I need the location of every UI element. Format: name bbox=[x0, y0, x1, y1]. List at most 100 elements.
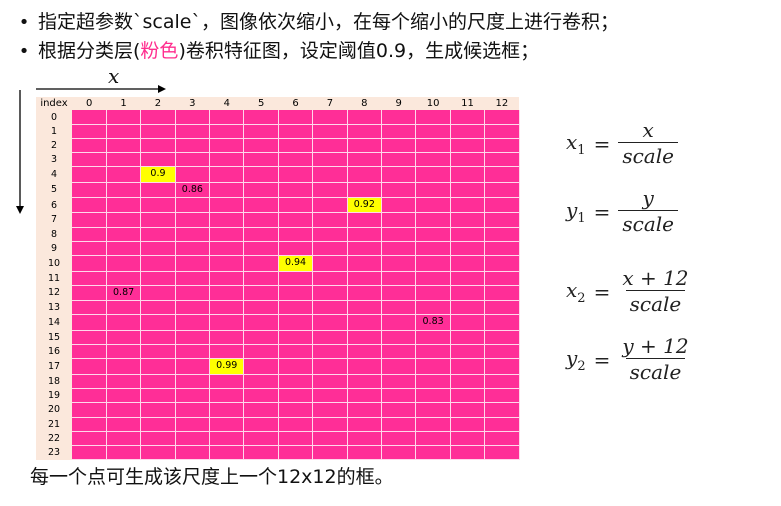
feature-cell bbox=[312, 445, 348, 461]
feature-cell bbox=[175, 314, 211, 331]
row-index: 9 bbox=[36, 241, 72, 256]
feature-cell bbox=[415, 374, 451, 389]
feature-cell bbox=[450, 431, 486, 447]
row-index: 22 bbox=[36, 431, 72, 446]
feature-cell bbox=[278, 374, 314, 389]
score-value: 0.92 bbox=[353, 199, 375, 211]
feature-cell bbox=[450, 212, 486, 228]
feature-cell bbox=[450, 271, 486, 286]
feature-cell bbox=[140, 241, 176, 257]
score-value: 0.83 bbox=[422, 316, 444, 328]
feature-cell bbox=[347, 271, 383, 286]
feature-cell bbox=[484, 445, 520, 461]
feature-cell bbox=[278, 152, 314, 168]
feature-cell bbox=[140, 182, 176, 199]
feature-cell bbox=[415, 417, 451, 432]
feature-cell bbox=[278, 271, 314, 286]
feature-cell bbox=[243, 110, 279, 125]
feature-cell bbox=[106, 431, 142, 447]
formula-denominator: scale bbox=[625, 290, 686, 317]
feature-cell bbox=[450, 255, 486, 272]
feature-cell bbox=[175, 212, 211, 228]
feature-cell bbox=[72, 285, 107, 302]
feature-cell bbox=[381, 182, 417, 199]
footer-note: 每一个点可生成该尺度上一个12x12的框。 bbox=[30, 466, 394, 488]
row-index: 17 bbox=[36, 358, 72, 375]
score-value: 0.94 bbox=[284, 257, 307, 269]
feature-cell bbox=[106, 358, 142, 375]
feature-cell bbox=[106, 212, 142, 228]
feature-cell bbox=[450, 166, 486, 183]
feature-cell bbox=[72, 241, 107, 257]
feature-cell bbox=[140, 110, 176, 125]
row-index: 1 bbox=[36, 124, 72, 139]
column-header: 8 bbox=[347, 97, 382, 111]
score-value: 0.87 bbox=[113, 286, 135, 298]
feature-cell bbox=[106, 402, 142, 418]
feature-cell bbox=[484, 358, 520, 375]
column-header: 11 bbox=[450, 97, 485, 111]
feature-cell bbox=[450, 241, 486, 257]
feature-cell bbox=[140, 212, 176, 228]
feature-cell bbox=[175, 166, 211, 183]
feature-cell bbox=[175, 344, 211, 360]
feature-cell bbox=[243, 152, 279, 168]
feature-cell bbox=[381, 330, 417, 346]
feature-cell bbox=[312, 166, 348, 183]
row-index: 3 bbox=[36, 152, 72, 167]
formula-sub: 1 bbox=[577, 142, 586, 158]
feature-cell bbox=[175, 417, 211, 432]
row-index: 12 bbox=[36, 285, 72, 301]
feature-cell bbox=[312, 197, 348, 214]
feature-cell bbox=[450, 124, 486, 139]
feature-cell bbox=[106, 227, 142, 242]
feature-cell bbox=[381, 374, 417, 389]
feature-cell bbox=[140, 388, 176, 404]
feature-cell bbox=[312, 152, 348, 168]
feature-cell bbox=[450, 445, 486, 461]
feature-cell bbox=[312, 110, 348, 125]
feature-cell bbox=[484, 417, 520, 432]
grid-row: 16 bbox=[36, 344, 520, 360]
formula-var: x bbox=[566, 129, 578, 154]
feature-cell bbox=[209, 212, 245, 228]
feature-cell bbox=[312, 417, 348, 432]
feature-cell bbox=[243, 197, 279, 214]
feature-cell bbox=[278, 212, 314, 228]
grid-row: 7 bbox=[36, 212, 520, 228]
feature-cell bbox=[209, 417, 245, 432]
feature-cell bbox=[209, 402, 245, 418]
feature-cell bbox=[243, 241, 279, 257]
feature-cell bbox=[484, 138, 520, 154]
formula-y1: y1 = y scale bbox=[566, 186, 678, 237]
row-index: 8 bbox=[36, 227, 72, 242]
feature-cell bbox=[450, 358, 486, 375]
feature-cell bbox=[209, 152, 245, 168]
feature-cell bbox=[484, 152, 520, 168]
feature-cell bbox=[106, 344, 142, 360]
feature-cell bbox=[72, 330, 107, 346]
feature-cell bbox=[72, 417, 107, 432]
row-index: 21 bbox=[36, 417, 72, 432]
feature-cell bbox=[278, 417, 314, 432]
feature-cell bbox=[175, 241, 211, 257]
feature-cell bbox=[450, 374, 486, 389]
feature-cell bbox=[278, 285, 314, 302]
feature-cell bbox=[381, 152, 417, 168]
feature-cell bbox=[450, 314, 486, 331]
feature-cell bbox=[347, 300, 383, 316]
grid-row: 1 bbox=[36, 124, 520, 139]
feature-cell bbox=[415, 402, 451, 418]
feature-cell bbox=[415, 271, 451, 286]
feature-cell bbox=[312, 241, 348, 257]
feature-cell bbox=[243, 358, 279, 375]
bullet-item-1: • 指定超参数`scale`，图像依次缩小，在每个缩小的尺度上进行卷积； bbox=[10, 8, 780, 37]
feature-cell bbox=[278, 388, 314, 404]
row-index: 0 bbox=[36, 110, 72, 125]
row-index: 14 bbox=[36, 314, 72, 331]
feature-cell bbox=[106, 197, 142, 214]
grid-row: 20 bbox=[36, 402, 520, 418]
row-index: 5 bbox=[36, 182, 72, 198]
feature-cell bbox=[72, 197, 107, 214]
feature-cell bbox=[243, 300, 279, 316]
